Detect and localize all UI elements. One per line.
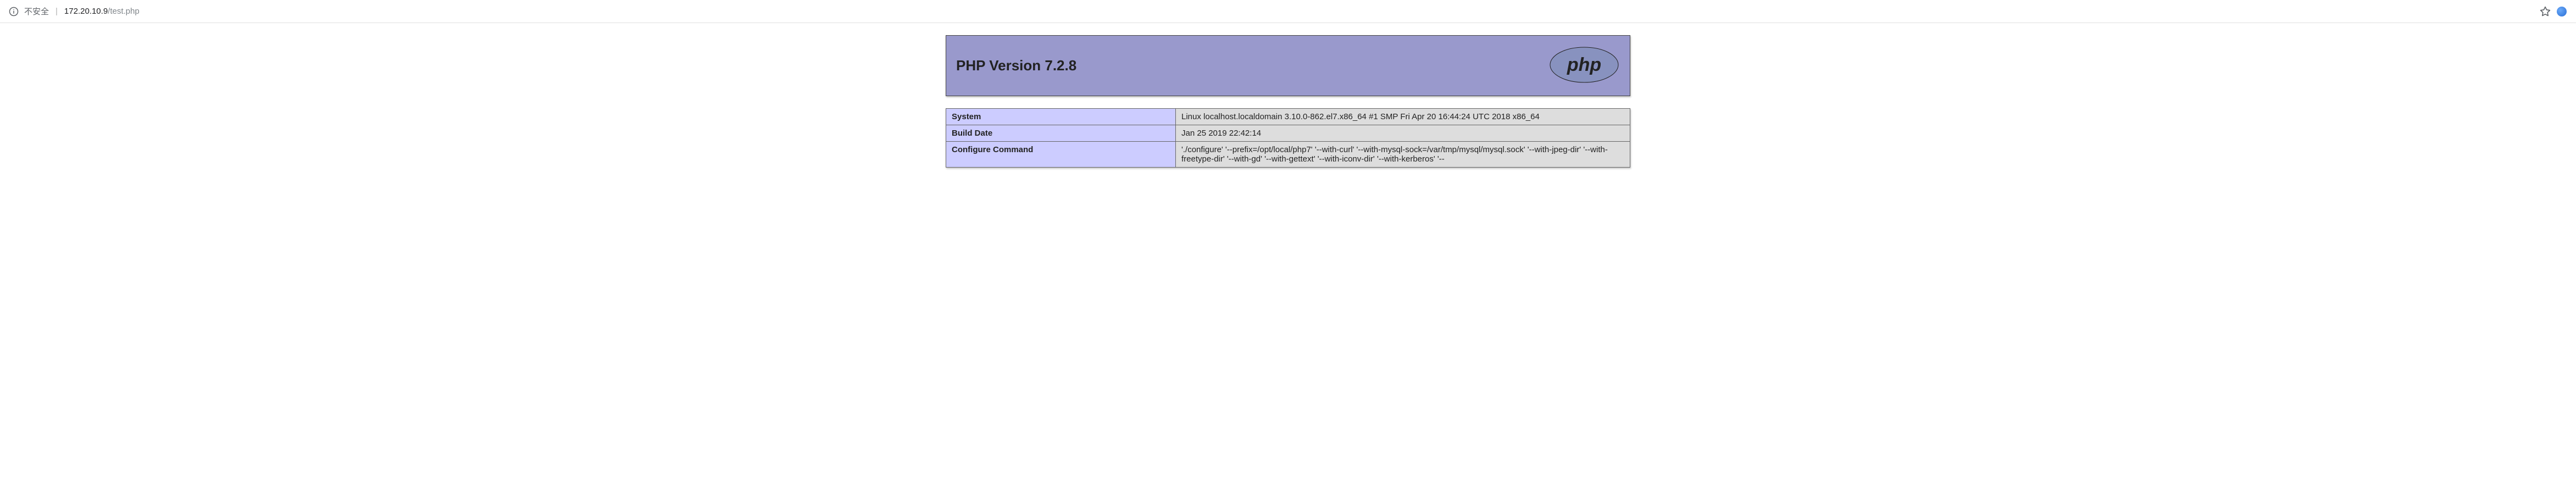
row-value: Jan 25 2019 22:42:14 <box>1176 125 1630 142</box>
info-icon[interactable] <box>9 7 19 16</box>
row-key: Build Date <box>946 125 1176 142</box>
extension-icon[interactable] <box>2556 6 2567 17</box>
row-value: './configure' '--prefix=/opt/local/php7'… <box>1176 142 1630 168</box>
table-row: Build Date Jan 25 2019 22:42:14 <box>946 125 1630 142</box>
url-divider: | <box>55 7 58 16</box>
url-path: /test.php <box>108 7 140 16</box>
bookmark-star-icon[interactable] <box>2540 6 2551 17</box>
security-label: 不安全 <box>24 5 49 17</box>
url-text[interactable]: 172.20.10.9/test.php <box>64 7 140 16</box>
page-title: PHP Version 7.2.8 <box>956 57 1076 74</box>
phpinfo-content: PHP Version 7.2.8 php System Linux local… <box>946 35 1630 168</box>
url-bar-left: 不安全 | 172.20.10.9/test.php <box>9 5 140 17</box>
url-host: 172.20.10.9 <box>64 7 108 16</box>
row-value: Linux localhost.localdomain 3.10.0-862.e… <box>1176 109 1630 125</box>
php-logo: php <box>1548 46 1620 86</box>
phpinfo-table: System Linux localhost.localdomain 3.10.… <box>946 108 1630 168</box>
php-header: PHP Version 7.2.8 php <box>946 35 1630 96</box>
row-key: System <box>946 109 1176 125</box>
table-row: System Linux localhost.localdomain 3.10.… <box>946 109 1630 125</box>
browser-url-bar: 不安全 | 172.20.10.9/test.php <box>0 0 2576 23</box>
row-key: Configure Command <box>946 142 1176 168</box>
svg-text:php: php <box>1567 54 1601 75</box>
table-row: Configure Command './configure' '--prefi… <box>946 142 1630 168</box>
